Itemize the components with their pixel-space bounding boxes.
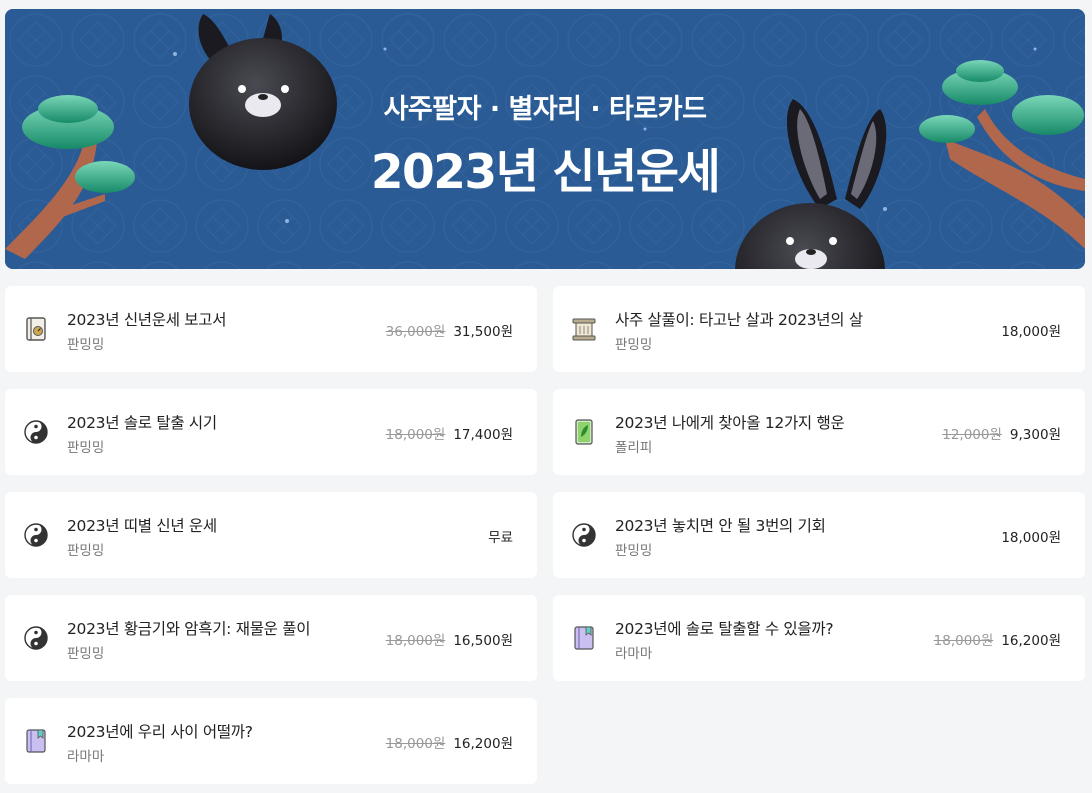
sale-price: 17,400원	[453, 427, 513, 443]
original-price: 36,000원	[385, 324, 446, 340]
product-author: 라마마	[67, 749, 105, 765]
sale-price: 무료	[488, 530, 513, 546]
yin-yang-icon	[23, 522, 49, 548]
product-title: 2023년 신년운세 보고서	[67, 311, 227, 329]
notebook-icon	[23, 728, 49, 754]
product-author: 판밍밍	[615, 543, 653, 559]
product-card[interactable]: 2023년 놓치면 안 될 3번의 기회판밍밍 18,000원	[553, 492, 1085, 578]
book-gauge-icon	[23, 316, 49, 342]
product-title: 2023년 띠별 신년 운세	[67, 517, 217, 535]
product-title: 2023년 나에게 찾아올 12가지 행운	[615, 414, 845, 432]
sale-price: 9,300원	[1009, 427, 1061, 443]
product-title: 사주 살풀이: 타고난 살과 2023년의 살	[615, 311, 863, 329]
product-author: 라마마	[615, 646, 653, 662]
sale-price: 16,200원	[453, 736, 513, 752]
product-price-group: 18,000원 16,200원	[934, 629, 1061, 649]
product-card[interactable]: 2023년에 솔로 탈출할 수 있을까? 라마마 18,000원 16,200원	[553, 595, 1085, 681]
product-author: 폴리피	[615, 440, 653, 456]
product-card[interactable]: 2023년 솔로 탈출 시기판밍밍 18,000원 17,400원	[5, 389, 537, 475]
product-card[interactable]: 2023년 나에게 찾아올 12가지 행운폴리피 12,000원 9,300원	[553, 389, 1085, 475]
yin-yang-icon	[23, 625, 49, 651]
product-price-group: 18,000원	[1001, 526, 1061, 546]
product-author: 판밍밍	[67, 646, 105, 662]
scroll-icon	[571, 316, 597, 342]
notebook-icon	[571, 625, 597, 651]
product-price-group: 12,000원 9,300원	[942, 423, 1061, 443]
product-author: 판밍밍	[67, 337, 105, 353]
product-card[interactable]: 2023년 황금기와 암흑기: 재물운 풀이판밍밍 18,000원 16,500원	[5, 595, 537, 681]
original-price: 18,000원	[385, 736, 446, 752]
product-card[interactable]: 사주 살풀이: 타고난 살과 2023년의 살판밍밍 18,000원	[553, 286, 1085, 372]
product-title: 2023년에 우리 사이 어떨까?	[67, 723, 253, 741]
sale-price: 16,200원	[1001, 633, 1061, 649]
banner-subtitle: 사주팔자 · 별자리 · 타로카드	[383, 94, 707, 125]
original-price: 18,000원	[385, 633, 446, 649]
original-price: 18,000원	[933, 633, 994, 649]
original-price: 18,000원	[385, 427, 446, 443]
product-card[interactable]: 2023년 신년운세 보고서판밍밍 36,000원 31,500원	[5, 286, 537, 372]
yin-yang-icon	[571, 522, 597, 548]
product-price-group: 18,000원	[1001, 320, 1061, 340]
product-card[interactable]: 2023년 띠별 신년 운세판밍밍 무료	[5, 492, 537, 578]
product-price-group: 36,000원 31,500원	[386, 320, 513, 340]
product-title: 2023년 황금기와 암흑기: 재물운 풀이	[67, 620, 311, 638]
leaf-card-icon	[571, 419, 597, 445]
product-author: 판밍밍	[67, 543, 105, 559]
product-author: 판밍밍	[67, 440, 105, 456]
sale-price: 16,500원	[453, 633, 513, 649]
banner-title: 2023년 신년운세	[370, 145, 721, 200]
product-price-group: 무료	[488, 526, 513, 546]
product-price-group: 18,000원 16,500원	[386, 629, 513, 649]
sale-price: 18,000원	[1001, 530, 1061, 546]
hero-banner[interactable]: 사주팔자 · 별자리 · 타로카드 2023년 신년운세	[5, 9, 1085, 269]
sale-price: 18,000원	[1001, 324, 1061, 340]
product-title: 2023년 솔로 탈출 시기	[67, 414, 217, 432]
product-author: 판밍밍	[615, 337, 653, 353]
product-title: 2023년 놓치면 안 될 3번의 기회	[615, 517, 826, 535]
product-price-group: 18,000원 16,200원	[386, 732, 513, 752]
sale-price: 31,500원	[453, 324, 513, 340]
yin-yang-icon	[23, 419, 49, 445]
original-price: 12,000원	[942, 427, 1002, 443]
product-title: 2023년에 솔로 탈출할 수 있을까?	[615, 620, 834, 638]
product-price-group: 18,000원 17,400원	[386, 423, 513, 443]
product-card[interactable]: 2023년에 우리 사이 어떨까? 라마마 18,000원 16,200원	[5, 698, 537, 784]
